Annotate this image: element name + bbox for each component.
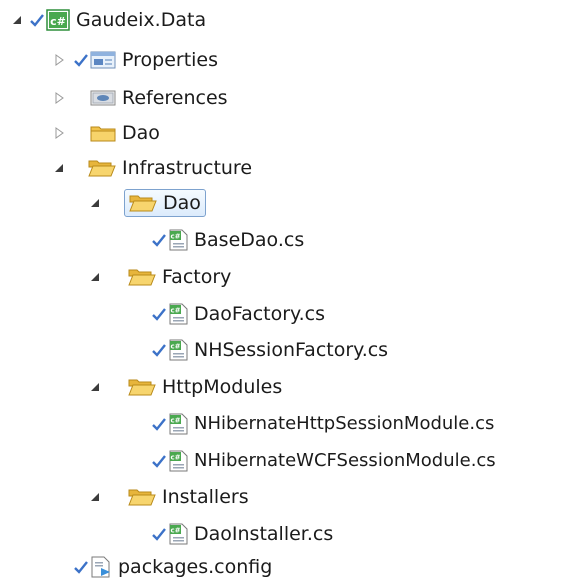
tree-node-nh-session-factory[interactable]: c# NHSessionFactory.cs bbox=[150, 335, 388, 365]
project-label: Gaudeix.Data bbox=[76, 9, 207, 31]
expanded-arrow-icon[interactable] bbox=[88, 196, 102, 210]
properties-label: Properties bbox=[122, 49, 219, 71]
infra-dao-label: Dao bbox=[163, 192, 201, 214]
cs-badge-text: c# bbox=[170, 307, 180, 315]
http-modules-label: HttpModules bbox=[162, 376, 283, 398]
source-control-check-icon bbox=[72, 51, 90, 69]
nh-session-factory-label: NHSessionFactory.cs bbox=[194, 339, 389, 361]
tree-node-dao-root[interactable]: Dao bbox=[52, 118, 160, 148]
csharp-file-icon: c# bbox=[168, 413, 188, 435]
solution-explorer-tree: c# Gaudeix.Data Properties References Da… bbox=[0, 0, 572, 578]
source-control-check-icon bbox=[28, 11, 46, 29]
properties-icon bbox=[90, 50, 116, 70]
cs-badge-text: c# bbox=[170, 233, 180, 241]
selection-highlight[interactable]: Dao bbox=[124, 189, 206, 217]
tree-node-project[interactable]: c# Gaudeix.Data bbox=[10, 5, 206, 35]
source-control-check-icon bbox=[72, 558, 90, 576]
references-label: References bbox=[122, 87, 228, 109]
infrastructure-label: Infrastructure bbox=[122, 157, 253, 179]
folder-open-icon bbox=[129, 193, 157, 213]
collapsed-arrow-icon[interactable] bbox=[52, 91, 66, 105]
dao-factory-label: DaoFactory.cs bbox=[194, 303, 325, 325]
tree-node-http-modules[interactable]: HttpModules bbox=[88, 372, 282, 402]
source-control-check-icon bbox=[150, 305, 168, 323]
source-control-check-icon bbox=[150, 341, 168, 359]
tree-node-installers[interactable]: Installers bbox=[88, 482, 249, 512]
csharp-file-icon: c# bbox=[168, 339, 188, 361]
cs-badge-text: c# bbox=[170, 417, 180, 425]
config-file-icon bbox=[90, 556, 112, 578]
tree-node-properties[interactable]: Properties bbox=[52, 45, 218, 75]
tree-node-nh-http-module[interactable]: c# NHibernateHttpSessionModule.cs bbox=[150, 409, 494, 439]
expanded-arrow-icon[interactable] bbox=[10, 13, 24, 27]
tree-node-infrastructure[interactable]: Infrastructure bbox=[52, 153, 252, 183]
collapsed-arrow-icon[interactable] bbox=[52, 126, 66, 140]
tree-node-factory[interactable]: Factory bbox=[88, 262, 231, 292]
source-control-check-icon bbox=[150, 231, 168, 249]
tree-node-base-dao[interactable]: c# BaseDao.cs bbox=[150, 225, 304, 255]
tree-node-nh-wcf-module[interactable]: c# NHibernateWCFSessionModule.cs bbox=[150, 446, 496, 476]
cs-badge-text: c# bbox=[170, 527, 180, 535]
cs-badge-text: c# bbox=[50, 15, 66, 28]
expanded-arrow-icon[interactable] bbox=[88, 270, 102, 284]
folder-open-icon bbox=[128, 487, 156, 507]
dao-installer-label: DaoInstaller.cs bbox=[194, 523, 334, 545]
references-icon bbox=[90, 88, 116, 108]
csharp-file-icon: c# bbox=[168, 229, 188, 251]
expanded-arrow-icon[interactable] bbox=[88, 380, 102, 394]
csharp-file-icon: c# bbox=[168, 303, 188, 325]
folder-closed-icon bbox=[90, 123, 116, 143]
csharp-project-icon: c# bbox=[46, 9, 70, 31]
expanded-arrow-icon[interactable] bbox=[52, 161, 66, 175]
nh-http-module-label: NHibernateHttpSessionModule.cs bbox=[194, 413, 495, 434]
dao-root-label: Dao bbox=[122, 122, 160, 144]
expanded-arrow-icon[interactable] bbox=[88, 490, 102, 504]
base-dao-label: BaseDao.cs bbox=[194, 229, 305, 251]
tree-node-references[interactable]: References bbox=[52, 83, 228, 113]
nh-wcf-module-label: NHibernateWCFSessionModule.cs bbox=[194, 450, 496, 471]
source-control-check-icon bbox=[150, 415, 168, 433]
tree-node-infra-dao[interactable]: Dao bbox=[88, 188, 206, 218]
cs-badge-text: c# bbox=[170, 343, 180, 351]
tree-node-dao-installer[interactable]: c# DaoInstaller.cs bbox=[150, 519, 333, 549]
cs-badge-text: c# bbox=[170, 454, 180, 462]
folder-open-icon bbox=[128, 267, 156, 287]
folder-open-icon bbox=[128, 377, 156, 397]
collapsed-arrow-icon[interactable] bbox=[52, 53, 66, 67]
source-control-check-icon bbox=[150, 525, 168, 543]
tree-node-dao-factory[interactable]: c# DaoFactory.cs bbox=[150, 299, 325, 329]
factory-label: Factory bbox=[162, 266, 232, 288]
source-control-check-icon bbox=[150, 452, 168, 470]
installers-label: Installers bbox=[162, 486, 249, 508]
csharp-file-icon: c# bbox=[168, 523, 188, 545]
folder-open-icon bbox=[88, 158, 116, 178]
csharp-file-icon: c# bbox=[168, 450, 188, 472]
